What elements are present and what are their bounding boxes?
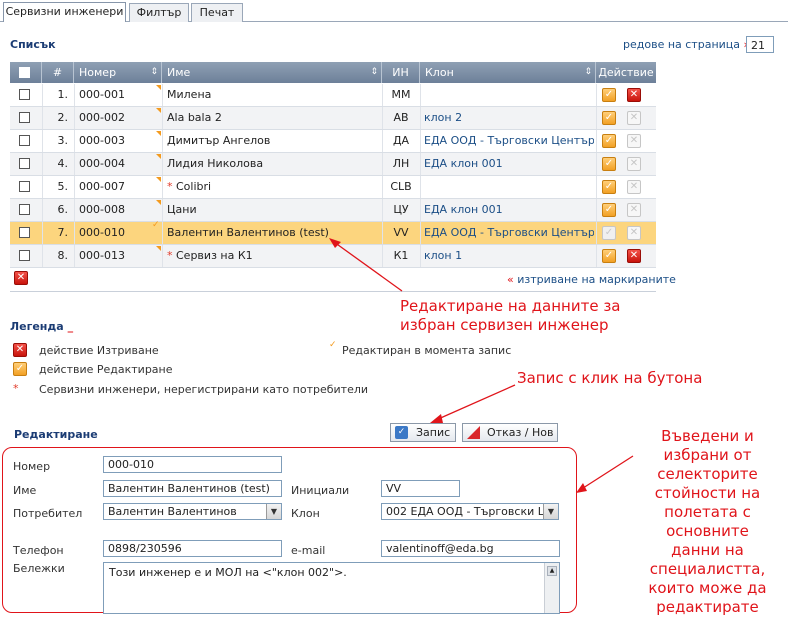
email-field[interactable]: valentinoff@eda.bg (381, 540, 560, 557)
initials-label: Инициали (291, 484, 350, 497)
initials-field[interactable]: VV (381, 480, 460, 497)
callout-selected-values: Въведени и избрани от селекторите стойно… (648, 427, 767, 616)
user-select-value: Валентин Валентинов (108, 505, 237, 518)
scrollbar[interactable]: ▲ (544, 563, 559, 613)
edit-title: Редактиране (14, 428, 98, 441)
cancel-icon (467, 426, 480, 439)
arrow-to-save-button (435, 384, 516, 421)
number-label: Номер (13, 460, 51, 473)
notes-textarea[interactable]: Този инженер е и МОЛ на <"клон 002">. ▲ (103, 562, 560, 614)
phone-label: Телефон (13, 544, 64, 557)
user-label: Потребител (13, 507, 83, 520)
save-icon: ✓ (395, 426, 408, 439)
arrow-to-selected-row (333, 241, 403, 292)
save-label: Запис (416, 426, 451, 439)
branch-label: Клон (291, 507, 320, 520)
arrow-to-form (579, 455, 634, 491)
arrow-head (430, 414, 443, 423)
phone-field[interactable]: 0898/230596 (103, 540, 282, 557)
save-button[interactable]: ✓ Запис (390, 423, 456, 442)
branch-select-value: 002 ЕДА ООД - Търговски Цент (386, 505, 559, 518)
chevron-down-icon[interactable]: ▼ (543, 504, 558, 519)
email-label: e-mail (291, 544, 326, 557)
notes-text: Този инженер е и МОЛ на <"клон 002">. (109, 566, 347, 579)
scroll-up-icon[interactable]: ▲ (547, 566, 557, 576)
name-field[interactable]: Валентин Валентинов (test) (103, 480, 282, 497)
cancel-label: Отказ / Нов (487, 426, 554, 439)
branch-select[interactable]: 002 ЕДА ООД - Търговски Цент ▼ (381, 503, 559, 520)
number-field[interactable]: 000-010 (103, 456, 282, 473)
arrow-head (576, 483, 587, 493)
name-label: Име (13, 484, 37, 497)
cancel-new-button[interactable]: Отказ / Нов (462, 423, 558, 442)
user-select[interactable]: Валентин Валентинов ▼ (103, 503, 282, 520)
callout-edit-data: Редактиране на данните за избран сервизе… (400, 297, 621, 334)
chevron-down-icon[interactable]: ▼ (266, 504, 281, 519)
notes-label: Бележки (13, 562, 65, 575)
callout-save-click: Запис с клик на бутона (517, 369, 703, 387)
